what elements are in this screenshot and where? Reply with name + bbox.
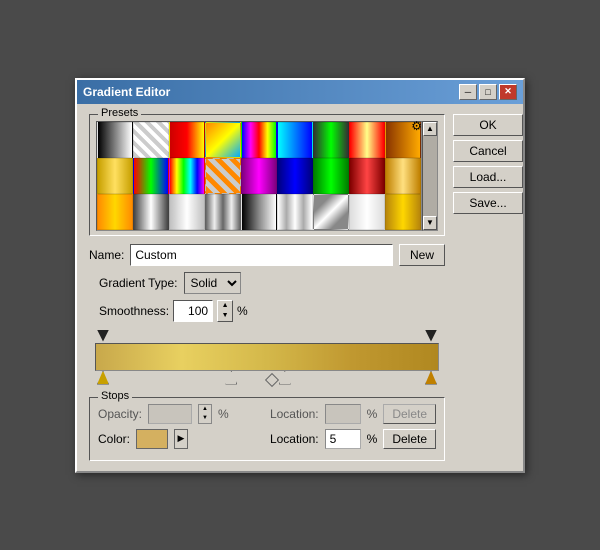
smoothness-input[interactable] — [173, 300, 213, 322]
color-stops-row: Color: ▶ Location: % Delete — [98, 429, 436, 449]
smoothness-spinner: ▲ ▼ — [217, 300, 233, 322]
opacity-spinner: ▲ ▼ — [198, 404, 212, 424]
color-arrow-button[interactable]: ▶ — [174, 429, 188, 449]
preset-item[interactable] — [133, 194, 169, 230]
gradient-section — [89, 330, 445, 391]
opacity-unit: % — [218, 407, 229, 421]
load-button[interactable]: Load... — [453, 166, 523, 188]
opacity-location-input[interactable] — [325, 404, 361, 424]
smoothness-unit: % — [237, 304, 248, 318]
presets-container: ▲ ▼ — [96, 121, 438, 231]
gradient-type-label: Gradient Type: — [99, 276, 178, 290]
preset-item[interactable] — [277, 122, 313, 158]
color-label: Color: — [98, 432, 130, 446]
opacity-stops-row: Opacity: ▲ ▼ % Location: % Delete — [98, 404, 436, 424]
preset-item[interactable] — [97, 194, 133, 230]
preset-item[interactable] — [133, 158, 169, 194]
presets-scrollbar: ▲ ▼ — [422, 121, 438, 231]
opacity-location-unit: % — [367, 407, 378, 421]
gradient-type-select[interactable]: Solid Noise — [184, 272, 241, 294]
stops-group: Stops Opacity: ▲ ▼ % Location: % Delete — [89, 397, 445, 461]
title-bar: Gradient Editor ─ □ ✕ — [77, 80, 523, 104]
scroll-track[interactable] — [423, 136, 437, 216]
preset-item[interactable] — [349, 122, 385, 158]
smoothness-row: Smoothness: ▲ ▼ % — [89, 300, 445, 322]
minimize-button[interactable]: ─ — [459, 84, 477, 100]
preset-item[interactable] — [97, 122, 133, 158]
preset-item[interactable] — [385, 158, 421, 194]
opacity-delete-button[interactable]: Delete — [383, 404, 436, 424]
preset-item[interactable] — [313, 194, 349, 230]
color-stop-4[interactable] — [425, 371, 437, 385]
stops-group-label: Stops — [98, 390, 132, 402]
new-button[interactable]: New — [399, 244, 445, 266]
opacity-up-button[interactable]: ▲ — [199, 405, 211, 414]
color-delete-button[interactable]: Delete — [383, 429, 436, 449]
scroll-up-arrow[interactable]: ▲ — [423, 122, 437, 136]
cancel-button[interactable]: Cancel — [453, 140, 523, 162]
smooth-up-button[interactable]: ▲ — [218, 301, 232, 311]
color-location-label: Location: — [270, 432, 319, 446]
opacity-label: Opacity: — [98, 407, 142, 421]
preset-item[interactable] — [241, 194, 277, 230]
opacity-stop-left[interactable] — [97, 330, 109, 342]
preset-item[interactable] — [277, 194, 313, 230]
color-swatch[interactable] — [136, 429, 168, 449]
preset-item[interactable] — [205, 158, 241, 194]
dialog-title: Gradient Editor — [83, 85, 170, 99]
color-location-unit: % — [367, 432, 378, 446]
preset-item[interactable] — [169, 158, 205, 194]
gradient-editor-dialog: Gradient Editor ─ □ ✕ Presets ⚙ — [75, 78, 525, 473]
scroll-down-arrow[interactable]: ▼ — [423, 216, 437, 230]
gear-icon[interactable]: ⚙ — [411, 119, 422, 133]
presets-label: Presets — [98, 107, 141, 119]
preset-item[interactable] — [205, 194, 241, 230]
preset-item[interactable] — [169, 122, 205, 158]
color-stop-1[interactable] — [97, 371, 109, 385]
gradient-type-row: Gradient Type: Solid Noise — [89, 272, 445, 294]
preset-item[interactable] — [313, 122, 349, 158]
opacity-down-button[interactable]: ▼ — [199, 414, 211, 423]
name-input[interactable] — [130, 244, 393, 266]
preset-item[interactable] — [169, 194, 205, 230]
side-buttons: OK Cancel Load... Save... — [453, 114, 523, 461]
preset-item[interactable] — [97, 158, 133, 194]
preset-item[interactable] — [241, 158, 277, 194]
smoothness-label: Smoothness: — [99, 304, 169, 318]
presets-group: Presets ⚙ — [89, 114, 445, 236]
preset-item[interactable] — [241, 122, 277, 158]
ok-button[interactable]: OK — [453, 114, 523, 136]
color-stop-2[interactable] — [225, 371, 237, 385]
smooth-down-button[interactable]: ▼ — [218, 311, 232, 321]
color-stop-3[interactable] — [279, 371, 291, 385]
main-content: Presets ⚙ — [89, 114, 445, 461]
preset-item[interactable] — [313, 158, 349, 194]
opacity-stop-right[interactable] — [425, 330, 437, 342]
color-location-input[interactable] — [325, 429, 361, 449]
preset-item[interactable] — [349, 194, 385, 230]
presets-grid — [96, 121, 422, 231]
dialog-body: Presets ⚙ — [77, 104, 523, 471]
opacity-location-label: Location: — [270, 407, 319, 421]
name-label: Name: — [89, 248, 124, 262]
preset-item[interactable] — [205, 122, 241, 158]
save-button[interactable]: Save... — [453, 192, 523, 214]
maximize-button[interactable]: □ — [479, 84, 497, 100]
name-row: Name: New — [89, 244, 445, 266]
preset-item[interactable] — [385, 194, 421, 230]
preset-item[interactable] — [277, 158, 313, 194]
opacity-input[interactable] — [148, 404, 192, 424]
preset-item[interactable] — [349, 158, 385, 194]
midpoint-diamond[interactable] — [265, 372, 279, 386]
title-bar-buttons: ─ □ ✕ — [459, 84, 517, 100]
gradient-bar[interactable] — [95, 343, 439, 371]
preset-item[interactable] — [133, 122, 169, 158]
close-button[interactable]: ✕ — [499, 84, 517, 100]
